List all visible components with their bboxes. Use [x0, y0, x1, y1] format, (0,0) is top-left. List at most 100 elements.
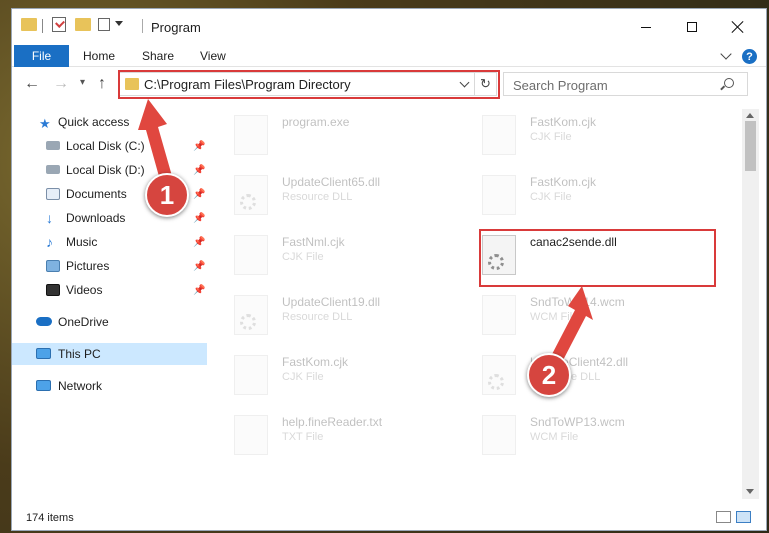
text-file-icon — [234, 415, 268, 455]
folder-icon[interactable] — [21, 18, 37, 31]
scroll-thumb[interactable] — [745, 121, 756, 171]
ribbon-tabs: File Home Share View ? — [12, 45, 766, 67]
documents-icon — [46, 188, 60, 200]
tab-share[interactable]: Share — [142, 49, 174, 63]
pin-icon[interactable]: 📌 — [193, 213, 205, 224]
file-item[interactable]: UpdateClient42.dll Resource DLL — [482, 353, 722, 405]
properties-check-icon[interactable] — [52, 17, 66, 32]
divider — [142, 19, 143, 33]
file-list: program.exe FastKom.cjk CJK File UpdateC… — [212, 109, 742, 499]
back-button[interactable]: ← — [24, 75, 40, 93]
sidebar-item-label: Documents — [66, 187, 127, 201]
file-name: program.exe — [282, 115, 350, 129]
file-item[interactable]: program.exe — [234, 113, 474, 165]
music-icon: ♪ — [46, 234, 53, 250]
file-name: FastKom.cjk — [530, 115, 597, 129]
file-type: Resource DLL — [282, 191, 353, 203]
sidebar-item-label: Pictures — [66, 259, 110, 273]
sidebar-item-label: Local Disk (C:) — [66, 139, 145, 153]
file-icon — [482, 295, 516, 335]
file-item[interactable]: SndToWP14.wcm WCM File — [482, 293, 722, 345]
tab-view[interactable]: View — [200, 49, 226, 63]
customize-icon[interactable] — [98, 18, 110, 31]
step-1-badge: 1 — [145, 173, 189, 217]
file-item[interactable]: FastKom.cjk CJK File — [234, 353, 474, 405]
file-item[interactable]: SndToWP13.wcm WCM File — [482, 413, 722, 465]
file-item[interactable]: UpdateClient19.dll Resource DLL — [234, 293, 474, 345]
file-name: UpdateClient19.dll — [282, 295, 381, 309]
new-folder-icon[interactable] — [75, 18, 91, 31]
close-button[interactable] — [715, 9, 761, 45]
maximize-button[interactable] — [669, 9, 715, 45]
downloads-icon: ↓ — [46, 210, 53, 226]
tab-file[interactable]: File — [14, 45, 69, 67]
minimize-button[interactable] — [623, 9, 669, 45]
sidebar-item-label: Network — [58, 379, 103, 393]
scroll-up-icon[interactable] — [746, 113, 754, 118]
expand-ribbon-icon[interactable] — [720, 48, 732, 60]
details-view-icon[interactable] — [716, 511, 731, 523]
sidebar-item-onedrive[interactable]: OneDrive — [12, 311, 207, 333]
pin-icon[interactable]: 📌 — [193, 141, 205, 152]
file-type: Resource DLL — [282, 311, 353, 323]
window-title: Program — [151, 20, 201, 35]
file-item[interactable]: help.fineReader.txt TXT File — [234, 413, 474, 465]
title-bar: Program — [12, 9, 766, 45]
help-icon[interactable]: ? — [742, 49, 757, 64]
sidebar-item-label: OneDrive — [58, 315, 109, 329]
pin-icon[interactable]: 📌 — [193, 165, 205, 176]
scroll-down-icon[interactable] — [746, 489, 754, 494]
step-2-badge: 2 — [527, 353, 571, 397]
search-icon[interactable] — [724, 78, 734, 88]
file-name: SndToWP14.wcm — [530, 295, 625, 309]
file-name: help.fineReader.txt — [282, 415, 383, 429]
file-type: CJK File — [530, 131, 572, 143]
dll-file-icon — [234, 175, 268, 215]
sidebar-item-quick-access[interactable]: ★ Quick access — [12, 111, 207, 133]
file-name: UpdateClient65.dll — [282, 175, 381, 189]
sidebar-item-label: Local Disk (D:) — [66, 163, 145, 177]
address-highlight-box — [118, 70, 500, 99]
pin-icon[interactable]: 📌 — [193, 189, 205, 200]
pin-icon[interactable]: 📌 — [193, 285, 205, 296]
sidebar-item-this-pc[interactable]: This PC — [12, 343, 207, 365]
file-item[interactable]: FastNml.cjk CJK File — [234, 233, 474, 285]
file-name: FastKom.cjk — [282, 355, 349, 369]
file-item[interactable]: FastKom.cjk CJK File — [482, 113, 722, 165]
navigation-bar: ← → ▾ ↑ C:\Program Files\Program Directo… — [12, 69, 766, 101]
status-bar: 174 items — [12, 501, 766, 530]
file-icon — [482, 415, 516, 455]
pin-icon[interactable]: 📌 — [193, 237, 205, 248]
gear-icon — [240, 194, 256, 210]
file-icon — [234, 235, 268, 275]
forward-button[interactable]: → — [53, 75, 69, 93]
file-icon — [482, 175, 516, 215]
minimize-icon — [641, 26, 651, 28]
recent-locations-button[interactable]: ▾ — [80, 77, 85, 88]
gear-icon — [240, 314, 256, 330]
sidebar-item-network[interactable]: Network — [12, 375, 207, 397]
file-type: WCM File — [530, 431, 579, 443]
file-highlight-box — [479, 229, 716, 287]
up-button[interactable]: ↑ — [98, 75, 106, 93]
chevron-down-icon[interactable] — [115, 21, 123, 26]
search-input[interactable]: Search Program — [503, 72, 748, 96]
file-item[interactable]: UpdateClient65.dll Resource DLL — [234, 173, 474, 225]
sidebar-item-label: This PC — [58, 347, 101, 361]
file-type: CJK File — [282, 371, 324, 383]
gear-icon — [488, 374, 504, 390]
scrollbar[interactable] — [742, 109, 759, 499]
close-icon — [732, 21, 744, 33]
sidebar-item-music[interactable]: ♪ Music 📌 — [12, 231, 207, 253]
tab-home[interactable]: Home — [83, 49, 115, 63]
sidebar-item-label: Videos — [66, 283, 103, 297]
dll-file-icon — [482, 355, 516, 395]
file-type: CJK File — [282, 251, 324, 263]
sidebar-item-pictures[interactable]: Pictures 📌 — [12, 255, 207, 277]
pin-icon[interactable]: 📌 — [193, 261, 205, 272]
cloud-icon — [36, 317, 52, 326]
large-icons-view-icon[interactable] — [736, 511, 751, 523]
file-item[interactable]: FastKom.cjk CJK File — [482, 173, 722, 225]
sidebar-item-videos[interactable]: Videos 📌 — [12, 279, 207, 301]
sidebar-item-local-disk-c[interactable]: Local Disk (C:) 📌 — [12, 135, 207, 157]
